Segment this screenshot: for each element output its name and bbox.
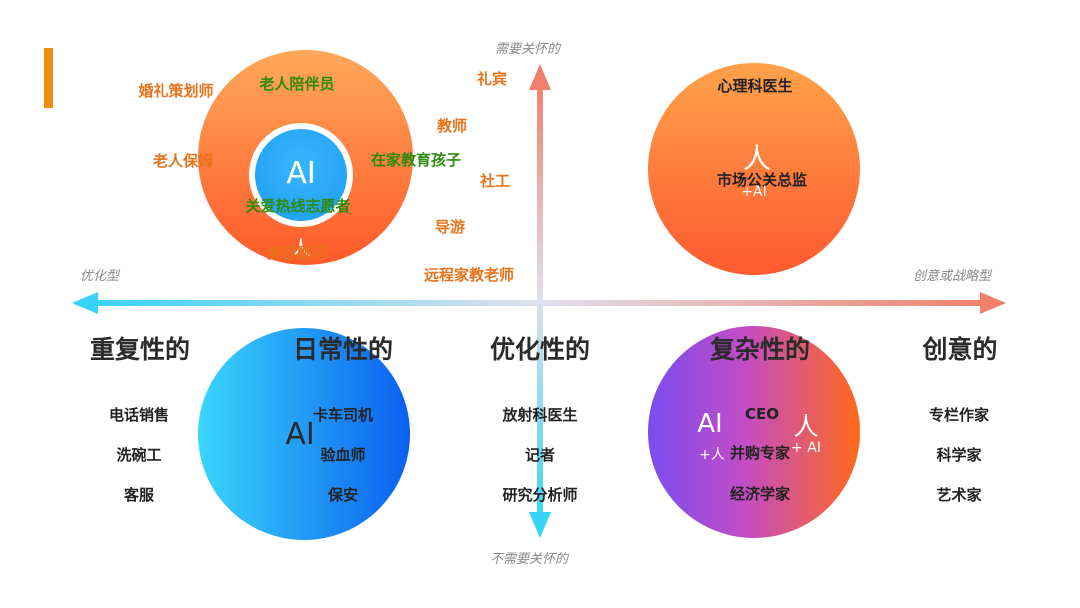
axis-label-top: 需要关怀的 <box>495 42 561 57</box>
tl-job-wedding-planner: 婚礼策划师 <box>138 82 214 100</box>
left-arrowhead <box>72 292 98 314</box>
tl-job-home-education: 在家教育孩子 <box>370 151 462 169</box>
tl-job-tour-guide: 导游 <box>434 218 466 236</box>
category-routine: 日常性的 <box>292 335 394 364</box>
bl-ai-label: AI <box>285 417 315 452</box>
br-human-marker: 人 <box>793 412 819 441</box>
top-arrowhead <box>529 64 551 90</box>
tl-job-elderly-nanny: 老人保姆 <box>152 152 214 170</box>
tl-job-beauty-consultant: 美容顾问 <box>266 244 328 262</box>
bl-job-security-guard: 保安 <box>327 486 359 504</box>
tl-job-remote-tutor: 远程家教老师 <box>423 266 515 284</box>
tr-job-psychologist: 心理科医生 <box>717 77 793 95</box>
tl-job-teacher: 教师 <box>436 117 468 135</box>
tl-job-concierge: 礼宾 <box>476 70 508 88</box>
category-creative: 创意的 <box>922 335 998 364</box>
col-mid-research-analyst: 研究分析师 <box>502 486 578 504</box>
col-mid-radiologist: 放射科医生 <box>502 406 578 424</box>
right-arrowhead <box>980 292 1006 314</box>
br-job-economist: 经济学家 <box>729 485 791 503</box>
bl-job-truck-driver: 卡车司机 <box>312 406 374 424</box>
tl-job-elderly-companion: 老人陪伴员 <box>259 75 335 93</box>
axis-label-left: 优化型 <box>80 269 120 284</box>
axis-label-bottom: 不需要关怀的 <box>490 552 569 567</box>
bl-job-blood-tester: 验血师 <box>320 446 366 464</box>
col-left-dishwasher: 洗碗工 <box>116 446 162 464</box>
br-ai-label: AI <box>697 409 723 439</box>
br-plus-ai: + AI <box>791 440 821 456</box>
col-mid-journalist: 记者 <box>524 446 556 464</box>
axis-label-right: 创意或战略型 <box>913 269 992 284</box>
col-right-columnist: 专栏作家 <box>928 406 990 424</box>
br-job-ma-expert: 并购专家 <box>729 444 791 462</box>
category-optimization: 优化性的 <box>489 335 591 364</box>
col-right-artist: 艺术家 <box>936 486 982 504</box>
br-plus-human: +人 <box>699 447 725 463</box>
tl-job-social-worker: 社工 <box>479 172 511 190</box>
tr-plus-ai: +AI <box>741 184 767 200</box>
col-left-customer-service: 客服 <box>123 486 155 504</box>
col-left-telesales: 电话销售 <box>108 406 170 424</box>
br-ceo-label: CEO <box>744 405 780 423</box>
bottom-arrowhead <box>529 512 551 538</box>
tl-job-hotline-volunteer: 关爱热线志愿者 <box>245 197 351 215</box>
category-complex: 复杂性的 <box>709 335 811 364</box>
col-right-scientist: 科学家 <box>936 446 982 464</box>
diagram-canvas: 需要关怀的 不需要关怀的 优化型 创意或战略型 重复性的 日常性的 优化性的 复… <box>0 0 1080 608</box>
tl-ai-label: AI <box>286 156 316 191</box>
category-repetitive: 重复性的 <box>89 335 191 364</box>
